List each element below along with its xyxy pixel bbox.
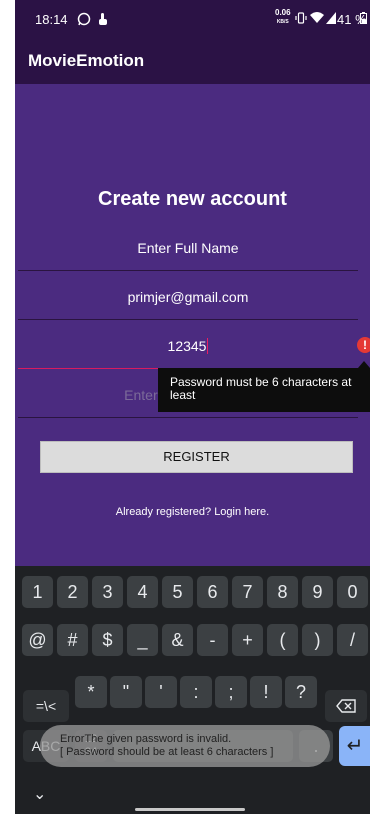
error-toast: ErrorThe given password is invalid. [ Pa…: [40, 725, 330, 767]
digit-key-3[interactable]: 4: [127, 576, 158, 608]
digit-key-4[interactable]: 5: [162, 576, 193, 608]
vibrate-icon: [295, 12, 307, 27]
toast-line-1: ErrorThe given password is invalid.: [60, 733, 232, 745]
full-name-placeholder: Enter Full Name: [137, 240, 239, 256]
tooltip-line-2: least: [170, 388, 196, 402]
symbol-key-8[interactable]: ): [302, 624, 333, 656]
register-button[interactable]: REGISTER: [40, 441, 353, 473]
symbol2-key-6[interactable]: !: [250, 676, 282, 708]
register-form: Create new account Enter Full Name primj…: [15, 84, 370, 566]
page-title: Create new account: [98, 188, 287, 210]
enter-key[interactable]: ↵: [339, 726, 370, 766]
home-gesture-handle[interactable]: [135, 808, 245, 811]
navigation-bar: ⌄: [15, 780, 370, 814]
password-field[interactable]: 12345: [18, 328, 358, 369]
symbol-key-4[interactable]: &: [162, 624, 193, 656]
status-bar: 18:14 0.06 KB/S 41 %: [15, 0, 370, 40]
symbol2-key-4[interactable]: :: [180, 676, 212, 708]
symbol-key-2[interactable]: $: [92, 624, 123, 656]
text-cursor: [207, 338, 209, 354]
password-text: 12345: [18, 338, 358, 354]
app-title: MovieEmotion: [28, 51, 145, 70]
symbol2-key-1[interactable]: *: [75, 676, 107, 708]
whatsapp-icon: [77, 12, 91, 29]
symbol-key-0[interactable]: @: [22, 624, 53, 656]
digit-key-7[interactable]: 8: [267, 576, 298, 608]
backspace-key[interactable]: [325, 690, 367, 722]
error-icon[interactable]: !: [357, 337, 370, 353]
symbol-key-6[interactable]: +: [232, 624, 263, 656]
more-symbols-key[interactable]: =\<: [23, 690, 69, 722]
symbol-key-7[interactable]: (: [267, 624, 298, 656]
password-value: 12345: [167, 338, 207, 354]
gesture-icon: [97, 12, 109, 29]
digit-key-2[interactable]: 3: [92, 576, 123, 608]
symbol-key-9[interactable]: /: [337, 624, 368, 656]
symbol-key-5[interactable]: -: [197, 624, 228, 656]
keyboard: 1234567890 @#$_&-+()/ *"':;!? =\< ABC 12…: [15, 566, 370, 814]
symbol-key-3[interactable]: _: [127, 624, 158, 656]
digit-key-6[interactable]: 7: [232, 576, 263, 608]
email-field[interactable]: primjer@gmail.com: [18, 279, 358, 320]
net-speed: 0.06 KB/S: [275, 9, 291, 26]
digit-key-8[interactable]: 9: [302, 576, 333, 608]
battery-icon: [360, 12, 367, 27]
wifi-icon: [310, 12, 324, 27]
digit-key-0[interactable]: 1: [22, 576, 53, 608]
password-error-tooltip: Password must be 6 characters at least: [158, 368, 370, 412]
digit-key-9[interactable]: 0: [337, 576, 368, 608]
symbol2-key-5[interactable]: ;: [215, 676, 247, 708]
symbol2-key-3[interactable]: ': [145, 676, 177, 708]
net-speed-unit: KB/S: [276, 19, 289, 25]
net-speed-value: 0.06: [275, 8, 291, 17]
digit-key-5[interactable]: 6: [197, 576, 228, 608]
signal-icon: [326, 12, 336, 27]
symbol2-key-7[interactable]: ?: [285, 676, 317, 708]
tooltip-arrow: [358, 361, 370, 368]
full-name-field[interactable]: Enter Full Name: [18, 230, 358, 271]
digit-key-1[interactable]: 2: [57, 576, 88, 608]
tooltip-line-1: Password must be 6 characters at: [170, 375, 352, 389]
status-time: 18:14: [35, 12, 68, 27]
symbol2-key-2[interactable]: ": [110, 676, 142, 708]
email-value: primjer@gmail.com: [127, 289, 249, 305]
keyboard-hide-chevron-icon[interactable]: ⌄: [33, 784, 46, 804]
toast-line-2: [ Password should be at least 6 characte…: [60, 746, 274, 758]
app-bar: MovieEmotion: [15, 40, 370, 84]
symbol-key-1[interactable]: #: [57, 624, 88, 656]
login-link[interactable]: Already registered? Login here.: [15, 506, 370, 518]
